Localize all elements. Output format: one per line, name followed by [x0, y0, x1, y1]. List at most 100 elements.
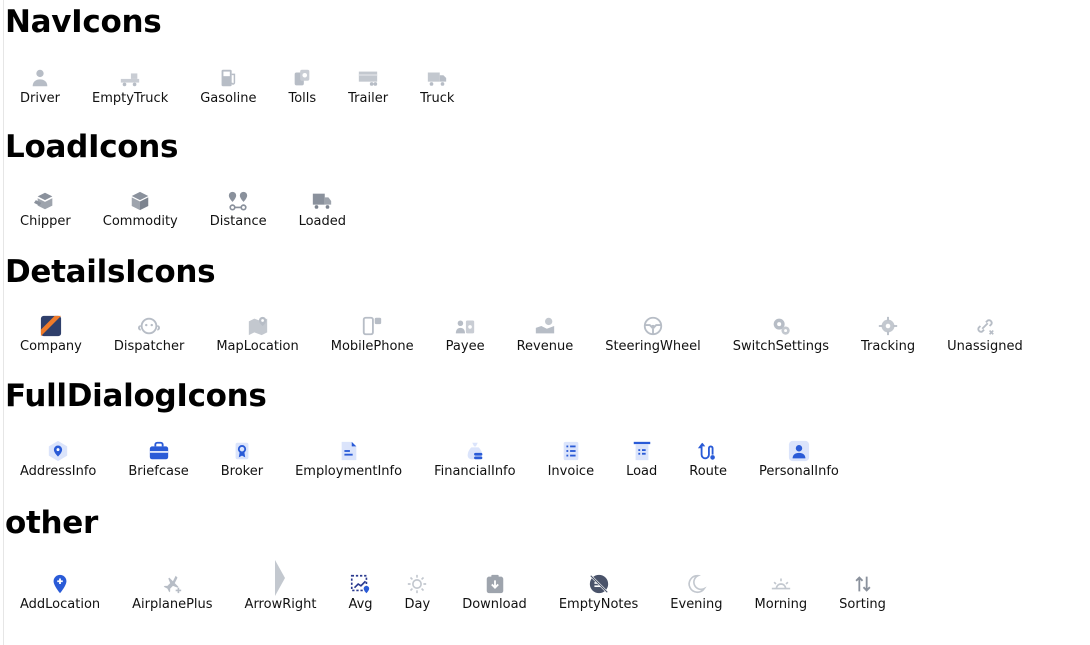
icon-tile-briefcase[interactable]: Briefcase	[128, 439, 189, 480]
icon-tile-truck[interactable]: Truck	[420, 66, 454, 107]
icon-label: Avg	[348, 597, 373, 612]
icon-label: Invoice	[547, 464, 595, 479]
truck-icon	[425, 66, 449, 90]
icon-tile-sorting[interactable]: Sorting	[839, 572, 886, 613]
section-title: other	[5, 505, 98, 541]
icon-label: AddressInfo	[20, 464, 97, 479]
icon-tile-map-location[interactable]: MapLocation	[216, 314, 299, 355]
icon-label: Broker	[220, 464, 264, 479]
icon-tile-avg[interactable]: Avg	[348, 572, 373, 613]
icon-label: PersonalInfo	[759, 464, 839, 479]
icon-label: Dispatcher	[113, 339, 185, 354]
map-location-icon	[246, 314, 270, 338]
icon-tile-commodity[interactable]: Commodity	[103, 189, 178, 230]
company-icon	[39, 314, 63, 338]
icon-tile-address-info[interactable]: AddressInfo	[20, 439, 96, 480]
icon-tile-payee[interactable]: Payee	[446, 314, 485, 355]
empty-truck-icon	[118, 66, 142, 90]
dispatcher-icon	[137, 314, 161, 338]
tracking-icon	[876, 314, 900, 338]
section-full-dialog-icons: FullDialogIcons AddressInfo Briefcase Br…	[5, 378, 871, 480]
icon-label: Commodity	[102, 214, 178, 229]
loaded-icon	[310, 189, 334, 213]
icon-tile-empty-truck[interactable]: EmptyTruck	[92, 66, 168, 107]
icon-label: Chipper	[20, 214, 71, 229]
icon-tile-gasoline[interactable]: Gasoline	[200, 66, 256, 107]
morning-icon	[769, 572, 793, 596]
icon-tile-trailer[interactable]: Trailer	[348, 66, 388, 107]
icon-label: Loaded	[298, 214, 347, 229]
icon-tile-arrow-right[interactable]: ArrowRight	[244, 560, 317, 613]
icon-tile-download[interactable]: Download	[462, 572, 527, 613]
icon-label: AirplanePlus	[132, 597, 213, 612]
icon-tile-tolls[interactable]: Tolls	[288, 66, 316, 107]
avg-icon	[348, 572, 372, 596]
section-title: NavIcons	[5, 4, 162, 40]
load-icon	[630, 439, 654, 463]
icon-tile-company[interactable]: Company	[20, 314, 82, 355]
commodity-icon	[128, 189, 152, 213]
section-details-icons: DetailsIcons Company Dispatcher MapLocat…	[5, 254, 1055, 355]
icon-label: Gasoline	[200, 91, 257, 106]
broker-icon	[230, 439, 254, 463]
icon-tile-chipper[interactable]: Chipper	[20, 189, 71, 230]
icon-tile-day[interactable]: Day	[404, 572, 431, 613]
icon-label: Load	[626, 464, 658, 479]
icon-tile-steering-wheel[interactable]: SteeringWheel	[605, 314, 701, 355]
icon-tile-mobile-phone[interactable]: MobilePhone	[331, 314, 414, 355]
icon-label: Revenue	[516, 339, 574, 354]
icon-tile-distance[interactable]: Distance	[210, 189, 267, 230]
distance-icon	[226, 189, 250, 213]
icon-label: Driver	[20, 91, 61, 106]
icon-label: MobilePhone	[330, 339, 414, 354]
payee-icon	[453, 314, 477, 338]
icon-tile-employment-info[interactable]: EmploymentInfo	[295, 439, 402, 480]
chipper-icon	[33, 189, 57, 213]
icon-tile-broker[interactable]: Broker	[221, 439, 263, 480]
icon-label: Morning	[754, 597, 808, 612]
icon-tile-dispatcher[interactable]: Dispatcher	[114, 314, 184, 355]
icon-tile-empty-notes[interactable]: EmptyNotes	[559, 572, 638, 613]
route-icon	[696, 439, 720, 463]
icon-tile-route[interactable]: Route	[689, 439, 727, 480]
arrow-right-icon	[268, 560, 292, 596]
icon-tile-driver[interactable]: Driver	[20, 66, 60, 107]
steering-wheel-icon	[641, 314, 665, 338]
icon-tile-airplane-plus[interactable]: AirplanePlus	[132, 572, 213, 613]
address-info-icon	[46, 439, 70, 463]
icon-label: Company	[20, 339, 82, 354]
financial-info-icon	[463, 439, 487, 463]
icon-label: Evening	[670, 597, 723, 612]
switch-settings-icon	[769, 314, 793, 338]
icon-tile-invoice[interactable]: Invoice	[548, 439, 594, 480]
icon-tile-unassigned[interactable]: Unassigned	[947, 314, 1023, 355]
icon-label: Payee	[445, 339, 485, 354]
icon-tile-switch-settings[interactable]: SwitchSettings	[733, 314, 829, 355]
icon-tile-revenue[interactable]: Revenue	[516, 314, 574, 355]
icon-tile-tracking[interactable]: Tracking	[861, 314, 915, 355]
icon-label: Tolls	[288, 91, 317, 106]
revenue-icon	[533, 314, 557, 338]
icon-tile-personal-info[interactable]: PersonalInfo	[759, 439, 839, 480]
section-title: DetailsIcons	[5, 254, 216, 290]
unassigned-icon	[973, 314, 997, 338]
icon-label: ArrowRight	[244, 597, 317, 612]
icon-label: EmptyTruck	[92, 91, 169, 106]
driver-icon	[28, 66, 52, 90]
icon-tile-add-location[interactable]: AddLocation	[20, 572, 100, 613]
icon-tile-loaded[interactable]: Loaded	[299, 189, 346, 230]
icon-label: Route	[689, 464, 728, 479]
airplane-plus-icon	[160, 572, 184, 596]
icon-tile-load[interactable]: Load	[626, 439, 657, 480]
download-icon	[483, 572, 507, 596]
icon-label: EmploymentInfo	[295, 464, 403, 479]
icon-tile-financial-info[interactable]: FinancialInfo	[434, 439, 516, 480]
icon-tile-evening[interactable]: Evening	[670, 572, 723, 613]
section-load-icons: LoadIcons Chipper Commodity Distance Loa…	[5, 129, 378, 230]
icon-label: Trailer	[348, 91, 389, 106]
section-nav-icons: NavIcons Driver EmptyTruck Gasoline Toll…	[5, 4, 486, 107]
empty-notes-icon	[587, 572, 611, 596]
icon-label: Day	[404, 597, 431, 612]
icon-tile-morning[interactable]: Morning	[754, 572, 808, 613]
icon-label: EmptyNotes	[558, 597, 639, 612]
